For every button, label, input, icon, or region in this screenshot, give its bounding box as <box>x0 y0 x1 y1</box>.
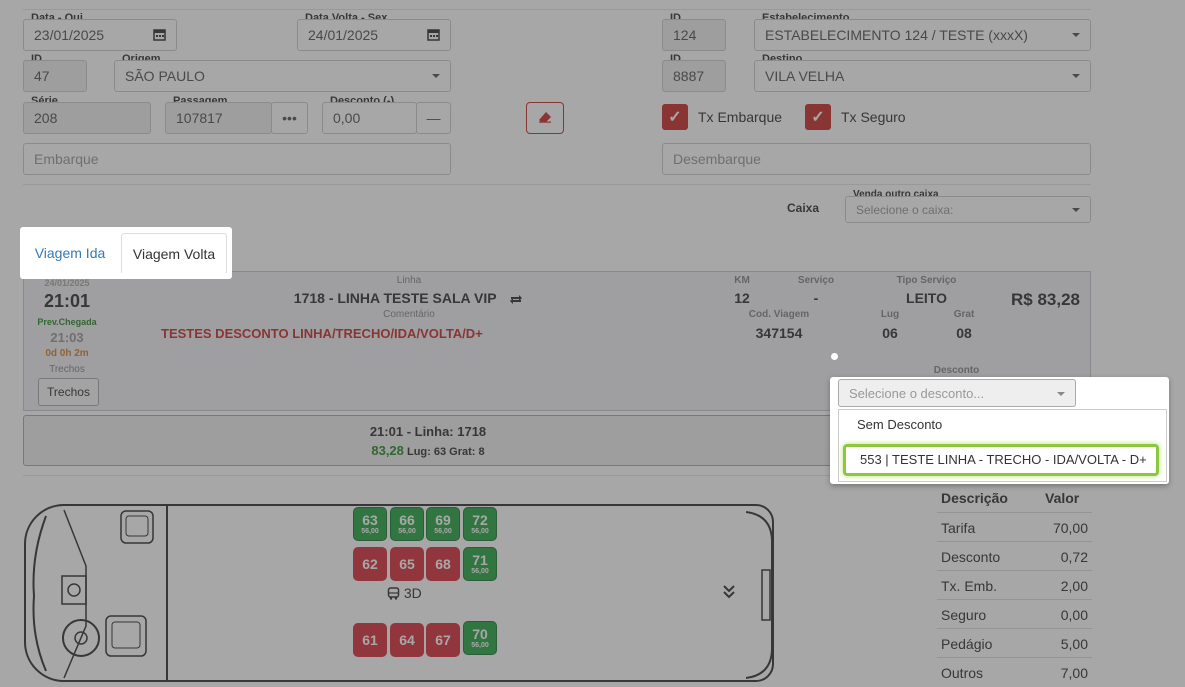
desconto-option-553[interactable]: 553 | TESTE LINHA - TRECHO - IDA/VOLTA -… <box>843 444 1159 476</box>
tab-viagem-ida[interactable]: Viagem Ida <box>24 233 116 273</box>
desconto-options-list: Sem Desconto 553 | TESTE LINHA - TRECHO … <box>838 409 1167 482</box>
desconto-select-placeholder: Selecione o desconto... <box>849 386 985 401</box>
chevron-down-icon <box>1057 392 1065 396</box>
highlight-dot <box>831 353 838 360</box>
desconto-dropdown: Selecione o desconto... Sem Desconto 553… <box>830 377 1169 484</box>
desconto-option-sem-desconto[interactable]: Sem Desconto <box>839 417 1166 432</box>
tab-viagem-volta[interactable]: Viagem Volta <box>121 233 227 273</box>
trip-tabs: Viagem Ida Viagem Volta <box>20 227 232 279</box>
desconto-select[interactable]: Selecione o desconto... <box>838 379 1076 407</box>
focus-overlay <box>0 0 1185 687</box>
